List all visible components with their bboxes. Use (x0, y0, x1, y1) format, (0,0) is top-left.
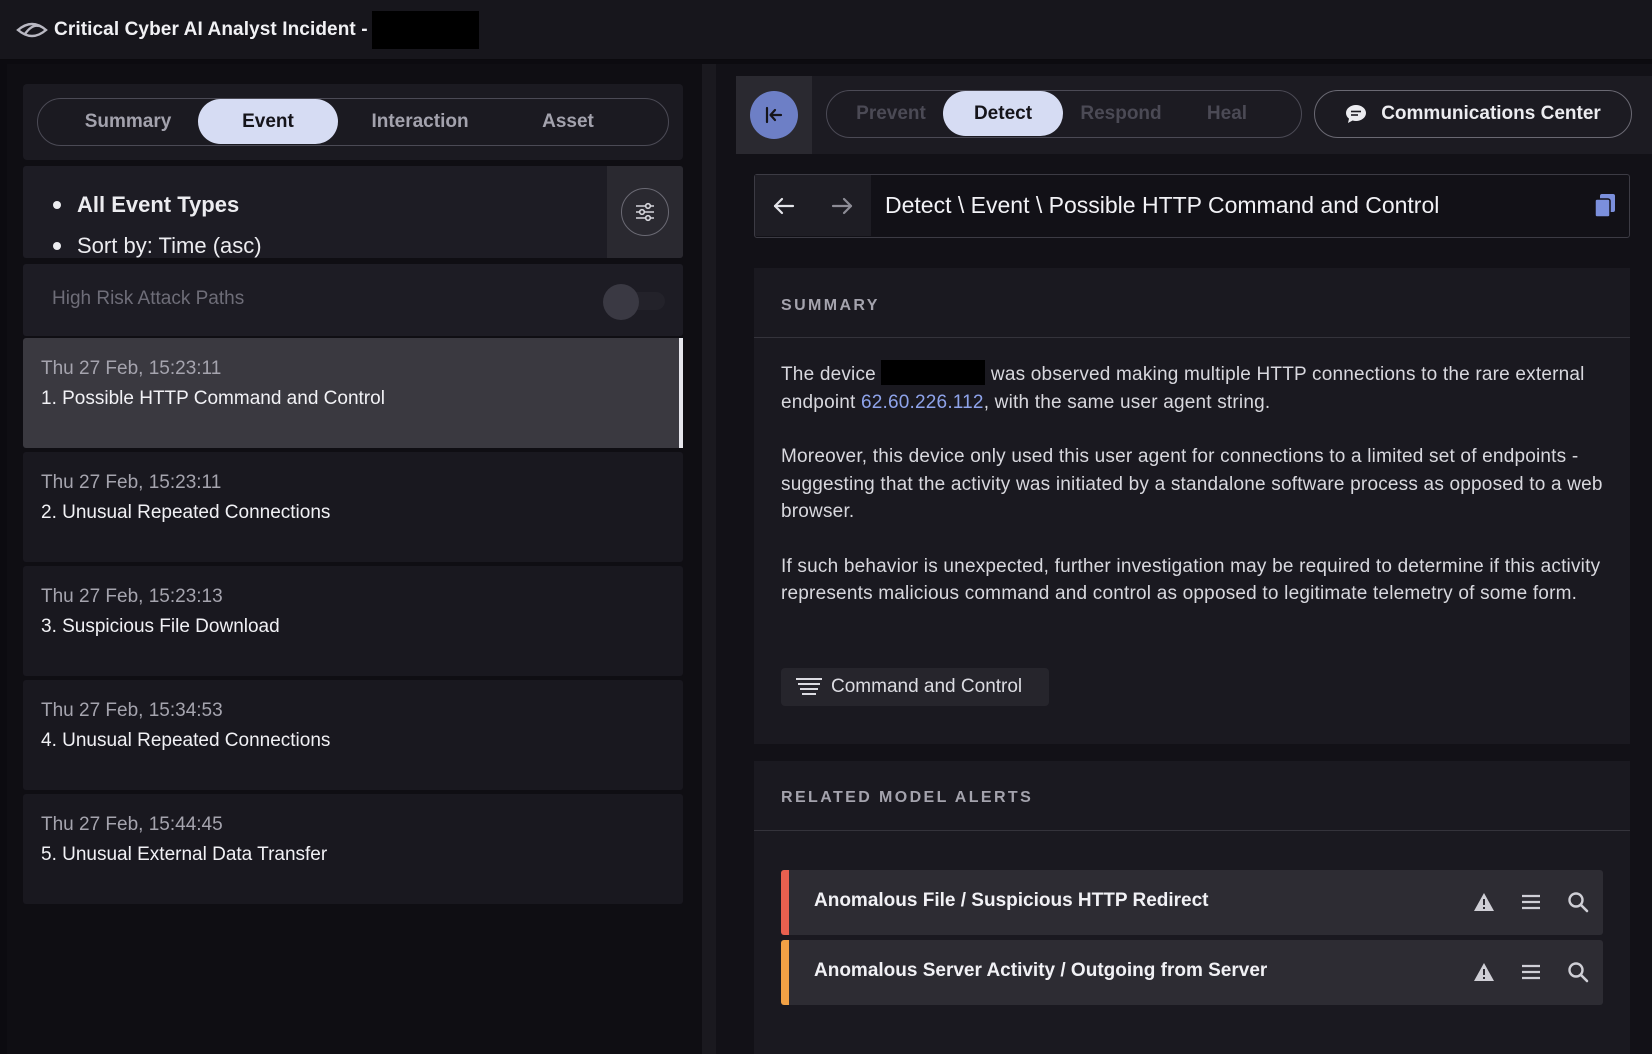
tab-heal[interactable]: Heal (1189, 91, 1265, 136)
darktrace-logo-icon (16, 18, 48, 42)
filter-event-types: All Event Types (53, 184, 262, 225)
event-name: 2. Unusual Repeated Connections (41, 502, 331, 523)
forward-button[interactable] (813, 175, 871, 236)
menu-icon[interactable] (1520, 958, 1542, 986)
tab-asset[interactable]: Asset (518, 99, 618, 144)
event-time: Thu 27 Feb, 15:23:11 (41, 358, 222, 379)
event-item-2[interactable]: Thu 27 Feb, 15:23:11 2. Unusual Repeated… (23, 452, 683, 562)
view-tabs-container: Summary Event Interaction Asset (23, 84, 683, 160)
summary-paragraph-1: The device was observed making multiple … (781, 360, 1607, 416)
high-risk-attack-paths-row: High Risk Attack Paths (23, 264, 683, 336)
breadcrumb-bar: Detect \ Event \ Possible HTTP Command a… (754, 174, 1630, 238)
alerts-heading: RELATED MODEL ALERTS (781, 789, 1034, 806)
arrow-right-icon (831, 197, 853, 214)
tag-label: Command and Control (831, 676, 1023, 697)
collapse-area (736, 76, 812, 154)
collapse-panel-button[interactable] (750, 91, 798, 139)
high-risk-label: High Risk Attack Paths (52, 288, 245, 309)
redacted-device-name (371, 10, 479, 49)
title-bar: Critical Cyber AI Analyst Incident - (0, 0, 1652, 60)
event-time: Thu 27 Feb, 15:34:53 (41, 700, 223, 721)
search-icon[interactable] (1567, 888, 1589, 916)
communications-center-label: Communications Center (1381, 103, 1601, 124)
related-model-alerts-section: RELATED MODEL ALERTS Anomalous File / Su… (754, 761, 1630, 1054)
mitre-tag[interactable]: Command and Control (781, 668, 1049, 706)
tab-interaction[interactable]: Interaction (350, 99, 490, 144)
event-name: 1. Possible HTTP Command and Control (41, 388, 385, 409)
summary-section: SUMMARY The device was observed making m… (754, 268, 1630, 744)
filter-settings-button[interactable] (621, 188, 669, 236)
warning-icon[interactable] (1473, 958, 1495, 986)
phase-tabs: Prevent Detect Respond Heal (826, 90, 1302, 138)
alert-name: Anomalous Server Activity / Outgoing fro… (814, 960, 1268, 981)
tab-respond[interactable]: Respond (1071, 91, 1171, 136)
filter-summary: All Event Types Sort by: Time (asc) (23, 166, 683, 258)
ip-link[interactable]: 62.60.226.112 (861, 392, 984, 413)
filter-button-area (607, 166, 683, 258)
window-title: Critical Cyber AI Analyst Incident - (54, 18, 368, 40)
phase-toolbar: Prevent Detect Respond Heal Communicatio… (736, 76, 1652, 154)
summary-heading: SUMMARY (781, 297, 880, 314)
filter-sort: Sort by: Time (asc) (53, 225, 262, 258)
sliders-icon (636, 202, 654, 222)
summary-header: SUMMARY (754, 268, 1630, 338)
alert-name: Anomalous File / Suspicious HTTP Redirec… (814, 890, 1209, 911)
collapse-left-icon (765, 106, 783, 124)
summary-paragraph-3: If such behavior is unexpected, further … (781, 555, 1601, 605)
severity-stripe (781, 870, 789, 935)
tab-prevent[interactable]: Prevent (843, 91, 939, 136)
event-time: Thu 27 Feb, 15:44:45 (41, 814, 223, 835)
event-item-3[interactable]: Thu 27 Feb, 15:23:13 3. Suspicious File … (23, 566, 683, 676)
event-item-1[interactable]: Thu 27 Feb, 15:23:11 1. Possible HTTP Co… (23, 338, 683, 448)
arrow-left-icon (773, 197, 795, 214)
severity-stripe (781, 940, 789, 1005)
redacted-device (881, 360, 986, 385)
breadcrumb: Detect \ Event \ Possible HTTP Command a… (885, 192, 1440, 218)
menu-icon[interactable] (1520, 888, 1542, 916)
summary-body: The device was observed making multiple … (781, 360, 1607, 635)
copy-icon[interactable] (1593, 193, 1617, 224)
selected-indicator (679, 338, 683, 448)
warning-icon[interactable] (1473, 888, 1495, 916)
communications-center-button[interactable]: Communications Center (1314, 90, 1632, 138)
model-alert-row[interactable]: Anomalous Server Activity / Outgoing fro… (781, 940, 1603, 1005)
event-time: Thu 27 Feb, 15:23:11 (41, 472, 222, 493)
event-name: 4. Unusual Repeated Connections (41, 730, 331, 751)
alerts-header: RELATED MODEL ALERTS (754, 761, 1630, 831)
tab-event[interactable]: Event (198, 99, 338, 144)
event-name: 5. Unusual External Data Transfer (41, 844, 328, 865)
event-item-4[interactable]: Thu 27 Feb, 15:34:53 4. Unusual Repeated… (23, 680, 683, 790)
right-panel: Prevent Detect Respond Heal Communicatio… (716, 64, 1652, 1054)
event-name: 3. Suspicious File Download (41, 616, 280, 637)
tab-detect[interactable]: Detect (943, 91, 1063, 136)
back-button[interactable] (755, 175, 813, 236)
high-risk-toggle[interactable] (603, 284, 671, 320)
chat-bubble-icon (1345, 104, 1367, 124)
search-icon[interactable] (1567, 958, 1589, 986)
event-time: Thu 27 Feb, 15:23:13 (41, 586, 223, 607)
tactic-lines-icon (795, 677, 823, 697)
summary-paragraph-2: Moreover, this device only used this use… (781, 446, 1603, 522)
panel-divider[interactable] (702, 64, 716, 1054)
left-panel: Summary Event Interaction Asset All Even… (7, 64, 702, 1054)
event-item-5[interactable]: Thu 27 Feb, 15:44:45 5. Unusual External… (23, 794, 683, 904)
tab-summary[interactable]: Summary (68, 99, 188, 144)
model-alert-row[interactable]: Anomalous File / Suspicious HTTP Redirec… (781, 870, 1603, 935)
view-tabs: Summary Event Interaction Asset (37, 98, 669, 146)
